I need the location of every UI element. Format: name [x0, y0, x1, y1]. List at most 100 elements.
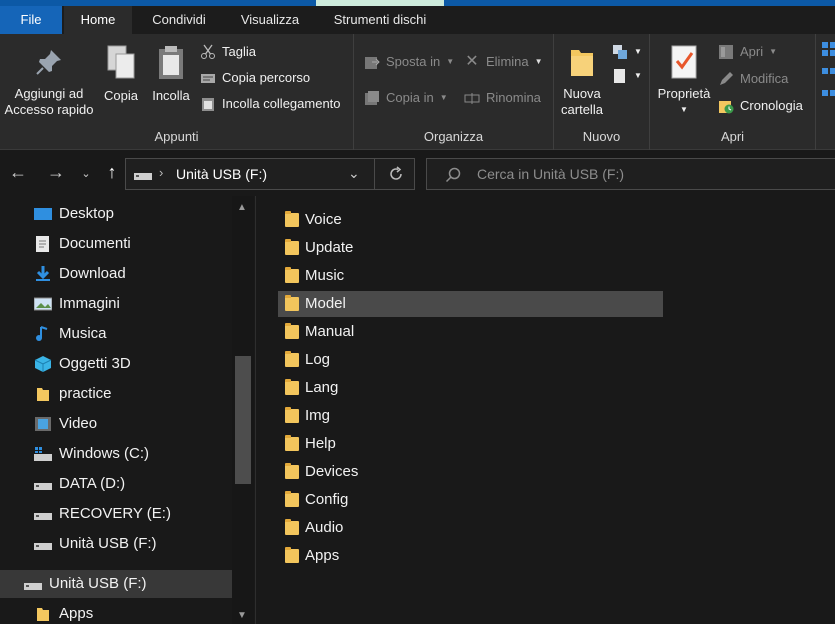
- nav-item-desktop[interactable]: Desktop: [0, 200, 232, 228]
- nav-item-label: Download: [59, 265, 126, 282]
- list-item-selected[interactable]: Model: [278, 291, 663, 317]
- paste-button[interactable]: Incolla: [148, 44, 194, 104]
- tab-disk-tools[interactable]: Strumenti dischi: [316, 6, 444, 34]
- nav-item-3d-objects[interactable]: Oggetti 3D: [0, 350, 232, 378]
- nav-item-usb-f[interactable]: Unità USB (F:): [0, 530, 232, 558]
- nav-item-recovery-e[interactable]: RECOVERY (E:): [0, 500, 232, 528]
- easy-access-icon: [614, 69, 625, 83]
- list-item[interactable]: Img: [278, 403, 663, 429]
- easy-access-button[interactable]: ▼: [612, 66, 642, 86]
- nav-item-data-d[interactable]: DATA (D:): [0, 470, 232, 498]
- scroll-down-icon[interactable]: ▼: [237, 610, 247, 621]
- properties-button[interactable]: Proprietà ▼: [652, 44, 716, 118]
- cut-button[interactable]: Taglia: [200, 42, 256, 62]
- list-item[interactable]: Audio: [278, 515, 663, 541]
- file-name: Devices: [305, 463, 359, 480]
- refresh-icon[interactable]: [388, 166, 404, 182]
- copy-path-button[interactable]: Copia percorso: [200, 68, 310, 88]
- pin-label-line1: Aggiungi ad: [14, 86, 84, 101]
- usb-drive-icon: [134, 173, 152, 180]
- copy-button[interactable]: Copia: [100, 44, 142, 104]
- folder-icon: [285, 435, 299, 451]
- ribbon: Aggiungi ad Accesso rapido Copia Incolla: [0, 34, 835, 150]
- file-name: Help: [305, 435, 336, 452]
- folder-icon: [285, 463, 299, 479]
- nav-item-label: Unità USB (F:): [49, 575, 147, 592]
- nav-item-label: Video: [59, 415, 98, 432]
- documents-icon: [36, 236, 49, 252]
- delete-button[interactable]: ✕ Elimina ▼: [464, 52, 542, 72]
- list-item[interactable]: Log: [278, 347, 663, 373]
- select-all-icon[interactable]: [822, 42, 835, 102]
- list-item[interactable]: Devices: [278, 459, 663, 485]
- nav-item-video[interactable]: Video: [0, 410, 232, 438]
- paste-label: Incolla: [152, 88, 190, 103]
- paste-shortcut-button[interactable]: Incolla collegamento: [200, 94, 341, 114]
- folder-icon: [285, 547, 299, 563]
- edit-icon: [720, 72, 733, 85]
- file-name: Update: [305, 239, 354, 256]
- nav-item-pictures[interactable]: Immagini: [0, 290, 232, 318]
- nav-item-windows-c[interactable]: Windows (C:): [0, 440, 232, 468]
- list-item[interactable]: Voice: [278, 207, 663, 233]
- nav-item-usb-f-root[interactable]: Unità USB (F:): [0, 570, 232, 598]
- list-item[interactable]: Apps: [278, 543, 663, 569]
- address-divider: [374, 159, 375, 189]
- nav-item-download[interactable]: Download: [0, 260, 232, 288]
- new-item-button[interactable]: ▼: [612, 42, 642, 62]
- open-group: Proprietà ▼ Apri ▼ Modifica Cronologia A…: [650, 34, 816, 150]
- nav-pane-scrollbar[interactable]: ▲ ▼: [232, 196, 254, 624]
- tab-share[interactable]: Condividi: [134, 6, 224, 34]
- drive-icon: [34, 483, 52, 490]
- folder-icon: [285, 519, 299, 535]
- list-item[interactable]: Help: [278, 431, 663, 457]
- copy-to-button[interactable]: Copia in ▼: [364, 88, 448, 108]
- recent-locations-chevron-icon[interactable]: ⌄: [76, 167, 96, 180]
- address-bar[interactable]: › Unità USB (F:) ⌄: [125, 158, 415, 190]
- move-to-button[interactable]: Sposta in ▼: [364, 52, 454, 72]
- history-button[interactable]: Cronologia: [718, 96, 803, 116]
- music-icon: [36, 326, 48, 341]
- tab-home[interactable]: Home: [64, 6, 132, 34]
- move-to-label: Sposta in: [386, 54, 441, 69]
- list-item[interactable]: Lang: [278, 375, 663, 401]
- list-item[interactable]: Update: [278, 235, 663, 261]
- ribbon-tab-bar: File Home Condividi Visualizza Strumenti…: [0, 0, 835, 34]
- copy-to-icon: [365, 91, 379, 105]
- nav-item-apps[interactable]: Apps: [0, 600, 232, 624]
- up-arrow-icon[interactable]: ↑: [102, 162, 122, 183]
- nav-item-label: practice: [59, 385, 112, 402]
- file-name: Config: [305, 491, 349, 508]
- list-item[interactable]: Config: [278, 487, 663, 513]
- rename-button[interactable]: Rinomina: [464, 88, 541, 108]
- nav-item-label: Windows (C:): [59, 445, 150, 462]
- search-box[interactable]: Cerca in Unità USB (F:): [426, 158, 835, 190]
- nav-item-documents[interactable]: Documenti: [0, 230, 232, 258]
- organize-group: Sposta in ▼ Copia in ▼ ✕ Elimina ▼ Rinom…: [354, 34, 554, 150]
- new-group: Nuova cartella ▼ ▼ Nuovo: [554, 34, 650, 150]
- pin-quick-access-button[interactable]: Aggiungi ad Accesso rapido: [0, 46, 98, 118]
- open-button[interactable]: Apri ▼: [718, 42, 777, 62]
- scroll-up-icon[interactable]: ▲: [237, 202, 247, 213]
- edit-button[interactable]: Modifica: [718, 69, 788, 89]
- list-item[interactable]: Manual: [278, 319, 663, 345]
- paste-shortcut-icon: [202, 98, 214, 111]
- new-folder-button[interactable]: Nuova cartella: [556, 44, 608, 118]
- address-dropdown-chevron-icon[interactable]: ⌄: [348, 165, 360, 182]
- 3d-objects-icon: [34, 356, 52, 372]
- nav-item-music[interactable]: Musica: [0, 320, 232, 348]
- folder-icon: [285, 295, 299, 311]
- paste-shortcut-label: Incolla collegamento: [222, 96, 341, 111]
- new-item-icon: [613, 45, 627, 59]
- tab-view[interactable]: Visualizza: [224, 6, 316, 34]
- cut-label: Taglia: [222, 44, 256, 59]
- scrollbar-thumb[interactable]: [235, 356, 251, 484]
- folder-icon: [37, 608, 49, 621]
- properties-dropdown-icon: ▼: [680, 105, 688, 114]
- forward-arrow-icon[interactable]: →: [46, 162, 66, 183]
- tab-file[interactable]: File: [0, 6, 62, 34]
- nav-item-practice[interactable]: practice: [0, 380, 232, 408]
- list-item[interactable]: Music: [278, 263, 663, 289]
- organize-group-label: Organizza: [423, 129, 484, 144]
- back-arrow-icon[interactable]: ←: [8, 162, 28, 183]
